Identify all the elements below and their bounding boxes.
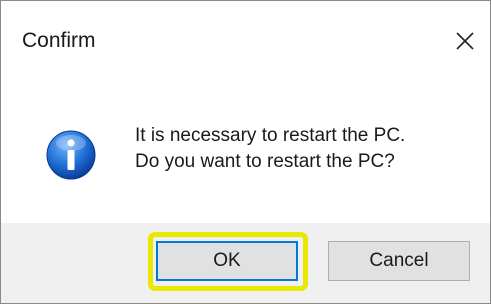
message-line-2: Do you want to restart the PC? xyxy=(135,151,395,172)
button-bar: OK Cancel xyxy=(1,223,490,303)
cancel-button[interactable]: Cancel xyxy=(328,241,470,281)
message-line-1: It is necessary to restart the PC. xyxy=(135,125,406,146)
confirm-dialog: Confirm It is necessary to restart the P… xyxy=(0,0,491,304)
title-bar: Confirm xyxy=(1,1,490,91)
dialog-body: It is necessary to restart the PC. Do yo… xyxy=(1,91,490,223)
message-text: It is necessary to restart the PC. Do yo… xyxy=(135,123,405,175)
ok-button[interactable]: OK xyxy=(156,241,298,281)
close-icon[interactable] xyxy=(447,23,483,59)
dialog-title: Confirm xyxy=(22,29,96,52)
information-icon xyxy=(46,130,96,180)
